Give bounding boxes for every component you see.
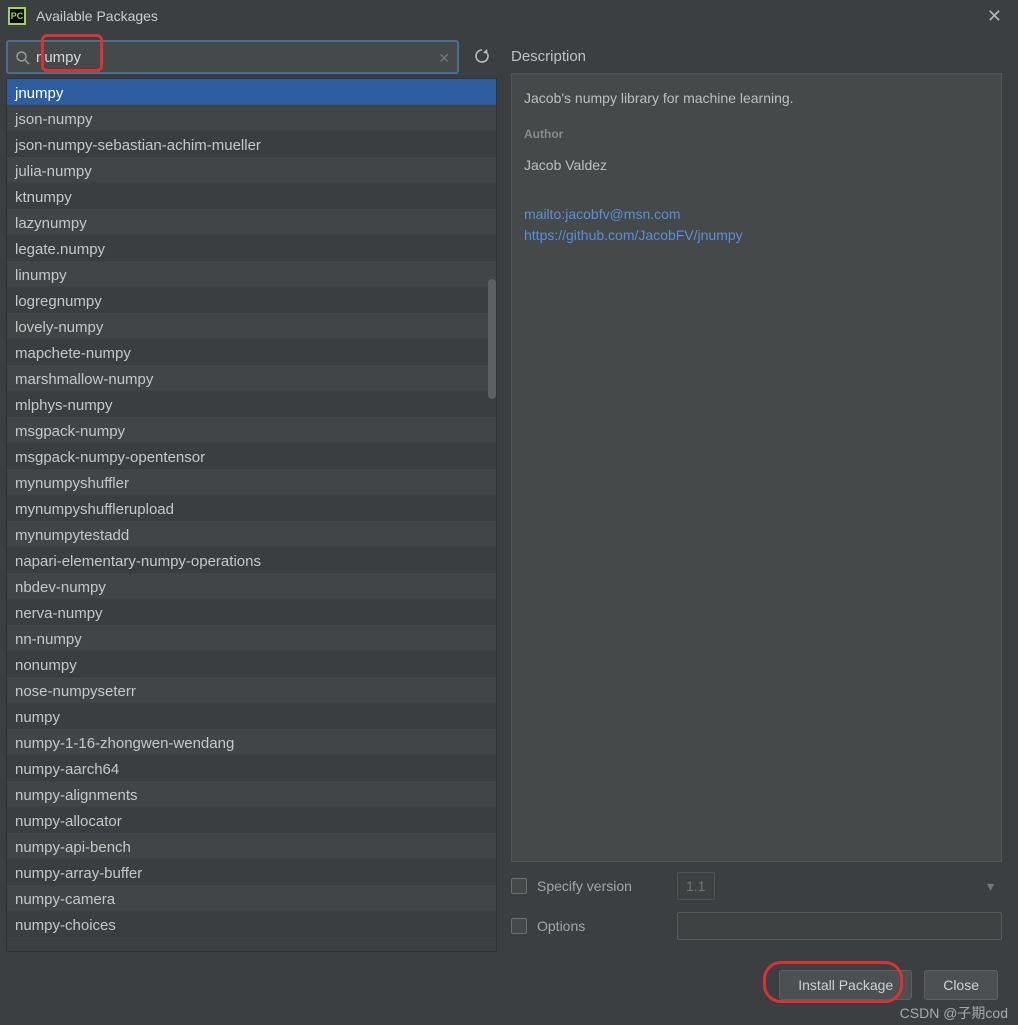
list-item[interactable]: napari-elementary-numpy-operations (7, 547, 496, 573)
list-item[interactable]: numpy-alignments (7, 781, 496, 807)
list-item[interactable]: numpy-aarch64 (7, 755, 496, 781)
repo-link[interactable]: https://github.com/JacobFV/jnumpy (524, 225, 989, 246)
list-item[interactable]: jnumpy (7, 79, 496, 105)
package-summary: Jacob's numpy library for machine learni… (524, 88, 989, 109)
watermark: CSDN @子期cod (900, 1003, 1008, 1023)
app-icon: PC (8, 7, 26, 25)
list-item[interactable]: nn-numpy (7, 625, 496, 651)
close-icon[interactable]: ✕ (979, 6, 1010, 27)
list-item[interactable]: nose-numpyseterr (7, 677, 496, 703)
list-item[interactable]: numpy (7, 703, 496, 729)
list-item[interactable]: numpy-api-bench (7, 833, 496, 859)
list-item[interactable]: json-numpy-sebastian-achim-mueller (7, 131, 496, 157)
list-item[interactable]: json-numpy (7, 105, 496, 131)
list-item[interactable]: numpy-camera (7, 885, 496, 911)
list-item[interactable]: nbdev-numpy (7, 573, 496, 599)
refresh-icon[interactable] (467, 41, 497, 74)
options-input[interactable] (677, 912, 1002, 940)
list-item[interactable]: ktnumpy (7, 183, 496, 209)
list-item[interactable]: logregnumpy (7, 287, 496, 313)
list-item[interactable]: mynumpyshuffler (7, 469, 496, 495)
list-item[interactable]: msgpack-numpy (7, 417, 496, 443)
search-input[interactable] (36, 49, 429, 66)
list-item[interactable]: mapchete-numpy (7, 339, 496, 365)
list-item[interactable]: nonumpy (7, 651, 496, 677)
list-item[interactable]: numpy-allocator (7, 807, 496, 833)
package-list[interactable]: jnumpyjson-numpyjson-numpy-sebastian-ach… (6, 78, 497, 952)
description-panel: Jacob's numpy library for machine learni… (511, 73, 1002, 862)
list-item[interactable]: lazynumpy (7, 209, 496, 235)
list-item[interactable]: julia-numpy (7, 157, 496, 183)
list-item[interactable]: mynumpyshufflerupload (7, 495, 496, 521)
mailto-link[interactable]: mailto:jacobfv@msn.com (524, 204, 989, 225)
scrollbar-thumb[interactable] (488, 279, 496, 399)
install-button[interactable]: Install Package (779, 970, 912, 1000)
search-icon (15, 50, 31, 69)
list-item[interactable]: lovely-numpy (7, 313, 496, 339)
list-item[interactable]: legate.numpy (7, 235, 496, 261)
author-name: Jacob Valdez (524, 155, 989, 176)
list-item[interactable]: numpy-array-buffer (7, 859, 496, 885)
search-field-wrap[interactable]: ✕ (6, 40, 459, 74)
specify-version-label: Specify version (537, 878, 667, 894)
window-title: Available Packages (36, 8, 158, 24)
list-item[interactable]: nerva-numpy (7, 599, 496, 625)
description-heading: Description (511, 40, 1010, 73)
list-item[interactable]: linumpy (7, 261, 496, 287)
close-button[interactable]: Close (924, 970, 998, 1000)
list-item[interactable]: numpy-choices (7, 911, 496, 937)
list-item[interactable]: numpy-1-16-zhongwen-wendang (7, 729, 496, 755)
list-item[interactable]: marshmallow-numpy (7, 365, 496, 391)
list-item[interactable]: mynumpytestadd (7, 521, 496, 547)
author-label: Author (524, 125, 989, 143)
version-select[interactable]: 1.1 (677, 872, 715, 900)
specify-version-checkbox[interactable] (511, 878, 527, 894)
list-item[interactable]: msgpack-numpy-opentensor (7, 443, 496, 469)
list-item[interactable]: mlphys-numpy (7, 391, 496, 417)
options-checkbox[interactable] (511, 918, 527, 934)
options-label: Options (537, 918, 667, 934)
clear-icon[interactable]: ✕ (438, 50, 450, 67)
